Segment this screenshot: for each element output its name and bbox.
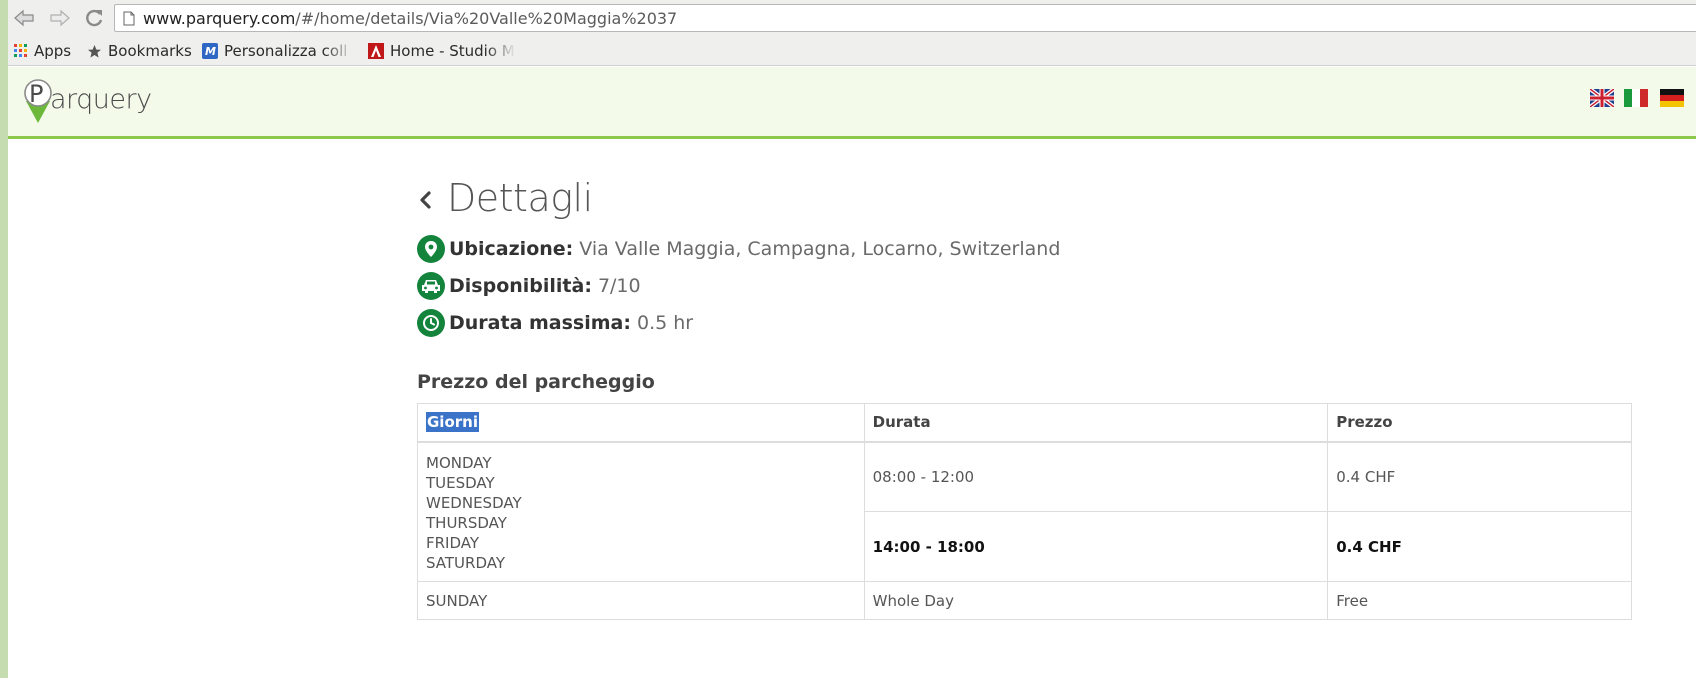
reload-button[interactable] <box>82 6 106 30</box>
max-duration-label: Durata massima: <box>449 312 631 334</box>
parquery-logo[interactable]: P arquery <box>22 75 152 125</box>
back-link[interactable] <box>417 185 447 215</box>
day-name: WEDNESDAY <box>426 493 522 512</box>
svg-text:M: M <box>205 45 216 58</box>
price-cell: Free <box>1327 581 1632 620</box>
forward-arrow-icon <box>50 9 70 27</box>
logo-text: arquery <box>50 84 152 115</box>
duration-cell: 08:00 - 12:00 <box>863 441 1329 512</box>
day-name: FRIDAY <box>426 533 480 552</box>
page-title: Dettagli <box>447 176 593 220</box>
location-row: Ubicazione: Via Valle Maggia, Campagna, … <box>417 235 1642 263</box>
site-header: P arquery <box>8 67 1696 139</box>
uk-flag-icon[interactable] <box>1590 89 1614 107</box>
table-header-row: Giorni Durata Prezzo <box>417 403 1632 443</box>
day-name: TUESDAY <box>426 473 495 492</box>
browser-window: www.parquery.com/#/home/details/Via%20Va… <box>0 0 1696 678</box>
bookmark-studio[interactable]: Home - Studio M <box>368 40 516 62</box>
clock-icon <box>417 309 445 337</box>
weekday-days-cell: MONDAY TUESDAY WEDNESDAY THURSDAY FRIDAY… <box>417 441 865 582</box>
logo-letter: P <box>29 80 43 108</box>
day-name: THURSDAY <box>426 513 507 532</box>
title-row: Dettagli <box>417 170 1642 226</box>
day-name: SATURDAY <box>426 553 506 572</box>
column-header-duration: Durata <box>863 403 1329 443</box>
availability-row: Disponibilità: 7/10 <box>417 272 1642 300</box>
bookmark-apps[interactable]: Apps <box>14 40 71 62</box>
address-bar[interactable]: www.parquery.com/#/home/details/Via%20Va… <box>114 4 1696 32</box>
page-icon <box>123 11 135 26</box>
column-header-days: Giorni <box>417 403 865 443</box>
browser-toolbar: www.parquery.com/#/home/details/Via%20Va… <box>8 0 1696 36</box>
duration-cell: 14:00 - 18:00 <box>863 511 1329 582</box>
table-row: SUNDAY Whole Day Free <box>417 581 1632 620</box>
forward-button[interactable] <box>48 6 72 30</box>
label-fade <box>324 40 354 62</box>
price-cell: 0.4 CHF <box>1327 441 1632 512</box>
availability-label: Disponibilità: <box>449 275 592 297</box>
bookmarks-bar: Apps Bookmarks M Personalizza coll Home … <box>8 36 1696 66</box>
max-duration-value: 0.5 hr <box>636 312 694 334</box>
map-marker-icon <box>417 235 445 263</box>
url-path: /#/home/details/Via%20Valle%20Maggia%203… <box>295 9 678 28</box>
price-cell: 0.4 CHF <box>1327 511 1632 582</box>
table-row: MONDAY TUESDAY WEDNESDAY THURSDAY FRIDAY… <box>417 441 1632 582</box>
pricing-table: Giorni Durata Prezzo MONDAY TUESDAY WEDN… <box>417 403 1632 620</box>
apps-grid-icon <box>14 44 28 58</box>
details-panel: Dettagli Ubicazione: Via Valle Maggia, C… <box>417 170 1642 620</box>
column-header-price: Prezzo <box>1327 403 1632 443</box>
italy-flag-icon[interactable] <box>1624 89 1648 107</box>
m-logo-icon: M <box>202 43 218 59</box>
pricing-heading: Prezzo del parcheggio <box>417 371 655 393</box>
bookmark-label: Apps <box>34 42 72 60</box>
back-button[interactable] <box>12 6 36 30</box>
availability-value: 7/10 <box>597 275 641 297</box>
star-icon <box>87 44 102 59</box>
location-value: Via Valle Maggia, Campagna, Locarno, Swi… <box>579 238 1061 260</box>
bookmark-personalizza[interactable]: M Personalizza coll <box>202 40 354 62</box>
bookmark-label: Bookmarks <box>108 42 192 60</box>
selected-text[interactable]: Giorni <box>426 412 479 433</box>
location-label: Ubicazione: <box>449 238 574 260</box>
duration-cell: Whole Day <box>863 581 1329 620</box>
label-fade <box>486 40 516 62</box>
germany-flag-icon[interactable] <box>1660 89 1684 107</box>
max-duration-row: Durata massima: 0.5 hr <box>417 309 1642 337</box>
sunday-day-cell: SUNDAY <box>417 581 865 620</box>
car-icon <box>417 272 445 300</box>
back-arrow-icon <box>14 9 34 27</box>
bookmark-bookmarks[interactable]: Bookmarks <box>87 40 192 62</box>
chevron-left-icon <box>420 191 431 209</box>
a-logo-icon <box>368 43 384 59</box>
reload-icon <box>86 9 103 27</box>
url-host: www.parquery.com <box>143 9 296 28</box>
url-text: www.parquery.com/#/home/details/Via%20Va… <box>143 9 677 28</box>
day-name: MONDAY <box>426 453 492 472</box>
